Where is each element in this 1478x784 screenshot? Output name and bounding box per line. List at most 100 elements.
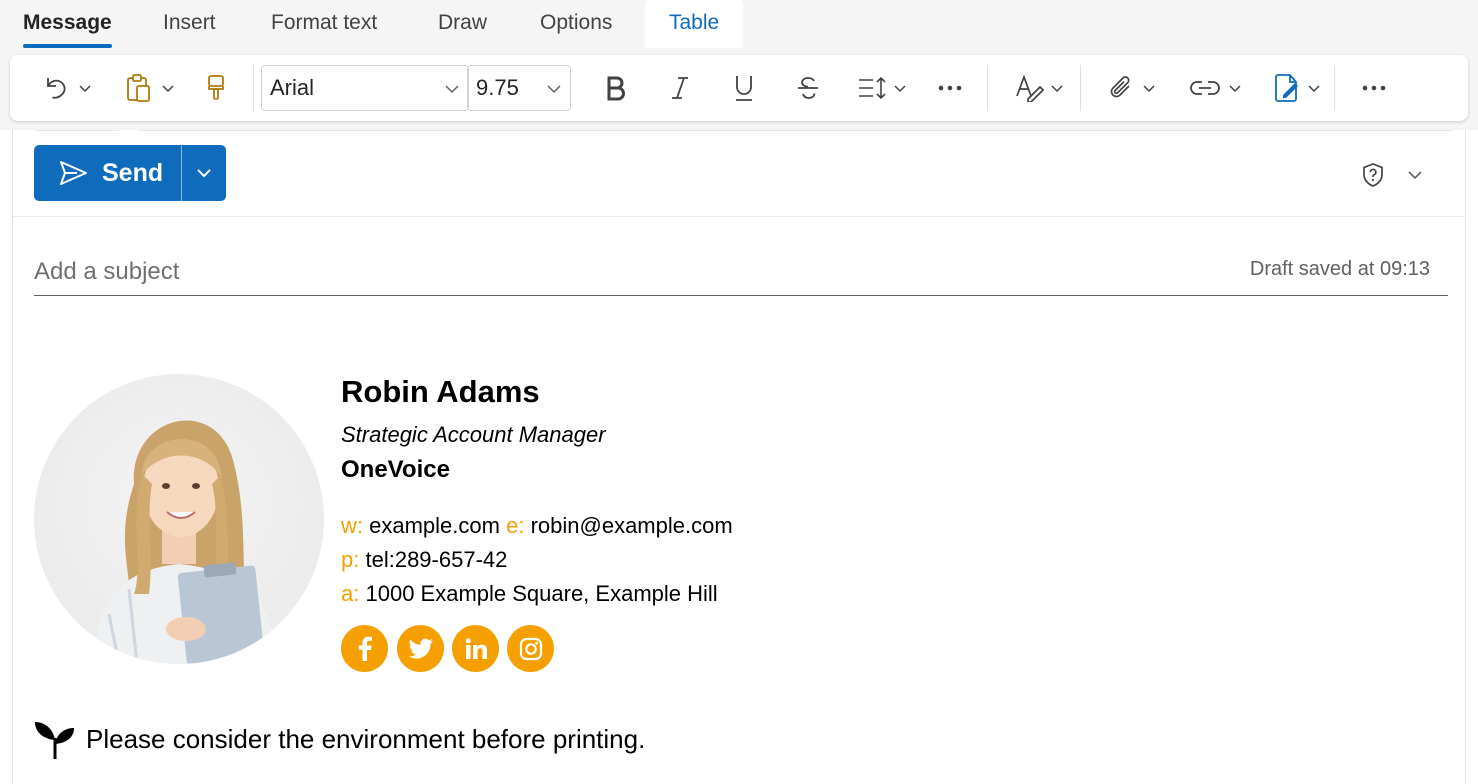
send-icon <box>60 161 87 185</box>
chevron-down-icon <box>1229 85 1241 93</box>
font-name-dropdown[interactable]: Arial <box>261 65 469 111</box>
attach-icon <box>1110 76 1130 98</box>
compose-pane: Send Draft saved at 09:13 <box>12 130 1466 784</box>
paste-button[interactable] <box>120 68 180 108</box>
email-link[interactable]: robin@example.com <box>531 513 733 538</box>
font-name-value: Arial <box>270 75 315 100</box>
more-formatting-button[interactable] <box>932 68 968 108</box>
signature-contact-web-email: w: example.com e: robin@example.com <box>341 513 733 539</box>
tab-message-label: Message <box>23 11 112 34</box>
ribbon-area: Arial 9.75 <box>0 48 1478 130</box>
ribbon-tabs: Message Insert Format text Draw Options … <box>0 0 1478 48</box>
sensitivity-button[interactable] <box>1361 162 1385 193</box>
signature-contact-phone: p: tel:289-657-42 <box>341 547 507 573</box>
chevron-down-icon <box>79 85 91 93</box>
divider <box>138 130 1453 131</box>
address-label: a: <box>341 581 360 606</box>
instagram-link[interactable] <box>507 625 554 672</box>
chevron-down-icon <box>445 85 459 94</box>
signature-contact-address: a: 1000 Example Square, Example Hill <box>341 581 718 607</box>
plant-icon <box>35 722 74 759</box>
eco-note: Please consider the environment before p… <box>34 718 645 760</box>
subject-field: Draft saved at 09:13 <box>34 250 1448 296</box>
more-options-button[interactable] <box>1356 68 1392 108</box>
tab-format-text[interactable]: Format text <box>271 0 377 48</box>
subject-input[interactable] <box>34 252 1134 292</box>
signature-name: Robin Adams <box>341 374 540 409</box>
paragraph-spacing-button[interactable] <box>850 68 914 108</box>
facebook-icon <box>358 636 372 661</box>
twitter-link[interactable] <box>397 625 444 672</box>
underline-icon <box>736 76 752 101</box>
tab-insert-label: Insert <box>163 11 216 34</box>
phone-label: p: <box>341 547 360 572</box>
separator <box>253 65 254 111</box>
chevron-down-icon <box>547 85 561 94</box>
tab-table-label: Table <box>669 11 720 34</box>
italic-icon <box>672 77 688 99</box>
font-size-dropdown[interactable]: 9.75 <box>467 65 571 111</box>
editor-button[interactable] <box>1008 68 1070 108</box>
phone-link[interactable]: tel:289-657-42 <box>365 547 507 572</box>
ribbon-toolbar: Arial 9.75 <box>10 55 1468 121</box>
strikethrough-icon <box>798 77 818 99</box>
send-label: Send <box>102 158 164 187</box>
signature-company: OneVoice <box>341 456 450 483</box>
chevron-down-icon <box>1408 171 1422 180</box>
bold-button[interactable] <box>598 68 634 108</box>
linkedin-link[interactable] <box>452 625 499 672</box>
tab-format-text-label: Format text <box>271 11 378 34</box>
signature-title: Strategic Account Manager <box>341 422 606 447</box>
more-icon <box>1362 85 1386 91</box>
tab-options[interactable]: Options <box>540 0 612 48</box>
instagram-icon <box>519 637 542 660</box>
paste-icon <box>127 74 150 102</box>
format-painter-icon <box>208 75 224 100</box>
italic-button[interactable] <box>662 68 698 108</box>
link-icon <box>1190 81 1220 95</box>
editor-icon <box>1016 74 1044 102</box>
signature-button[interactable] <box>1266 68 1328 108</box>
eco-note-text: Please consider the environment before p… <box>86 723 646 754</box>
more-icon <box>938 85 962 91</box>
website-link[interactable]: example.com <box>369 513 500 538</box>
draft-status: Draft saved at 09:13 <box>1249 258 1430 280</box>
email-label: e: <box>506 513 525 538</box>
facebook-link[interactable] <box>341 625 388 672</box>
separator <box>1334 65 1335 111</box>
tab-table[interactable]: Table <box>645 0 744 48</box>
send-button[interactable]: Send <box>34 145 181 201</box>
send-button-group: Send <box>34 145 226 201</box>
expand-header-button[interactable] <box>1407 167 1423 188</box>
chevron-down-icon <box>1308 85 1320 93</box>
tab-draw-label: Draw <box>438 11 488 34</box>
twitter-icon <box>408 638 433 659</box>
strikethrough-button[interactable] <box>790 68 826 108</box>
bold-icon <box>607 76 625 101</box>
chevron-down-icon <box>894 85 906 93</box>
profile-illustration <box>94 420 279 664</box>
send-options-button[interactable] <box>182 145 226 201</box>
chevron-down-icon <box>1051 85 1063 93</box>
paragraph-spacing-icon <box>859 76 886 100</box>
shield-question-icon <box>1363 163 1383 187</box>
divider <box>13 216 1465 217</box>
chevron-down-icon <box>197 169 211 178</box>
tab-draw[interactable]: Draw <box>438 0 487 48</box>
address-text: 1000 Example Square, Example Hill <box>365 581 718 606</box>
linkedin-icon <box>465 637 487 659</box>
tab-message[interactable]: Message <box>23 0 112 48</box>
undo-icon <box>47 78 66 99</box>
tab-insert[interactable]: Insert <box>163 0 216 48</box>
tab-options-label: Options <box>540 11 613 34</box>
signature-icon <box>1275 74 1298 102</box>
underline-button[interactable] <box>726 68 762 108</box>
chevron-down-icon <box>1143 85 1155 93</box>
format-painter-button[interactable] <box>198 68 234 108</box>
attach-file-button[interactable] <box>1102 68 1162 108</box>
separator <box>987 65 988 111</box>
undo-button[interactable] <box>38 68 96 108</box>
font-size-value: 9.75 <box>476 75 519 100</box>
insert-link-button[interactable] <box>1184 68 1248 108</box>
chevron-down-icon <box>162 85 174 93</box>
